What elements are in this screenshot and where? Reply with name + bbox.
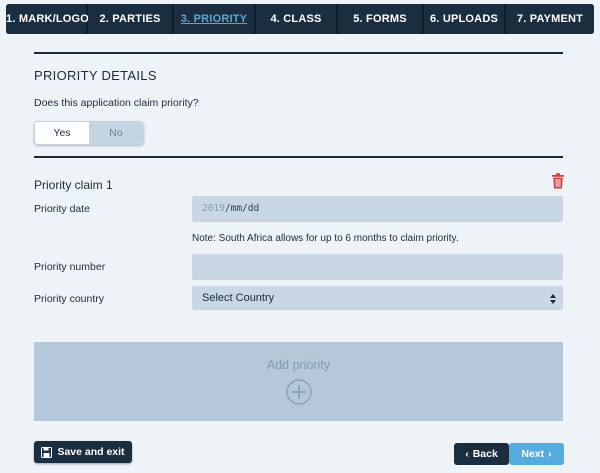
priority-number-input[interactable] bbox=[192, 254, 563, 280]
toggle-no-button[interactable]: No bbox=[89, 122, 143, 144]
tab-uploads[interactable]: 6. UPLOADS bbox=[424, 4, 504, 34]
priority-number-label: Priority number bbox=[34, 261, 106, 273]
next-button[interactable]: Next › bbox=[509, 443, 564, 465]
priority-country-select[interactable]: Select Country bbox=[192, 286, 563, 310]
tab-payment[interactable]: 7. PAYMENT bbox=[506, 4, 594, 34]
tab-class[interactable]: 4. CLASS bbox=[256, 4, 336, 34]
trash-icon[interactable] bbox=[551, 173, 565, 189]
wizard-tabs: 1. MARK/LOGO 2. PARTIES 3. PRIORITY 4. C… bbox=[6, 4, 594, 34]
save-and-exit-button[interactable]: Save and exit bbox=[34, 441, 132, 463]
section-title: PRIORITY DETAILS bbox=[34, 68, 157, 83]
add-priority-label: Add priority bbox=[266, 358, 331, 372]
tab-mark-logo[interactable]: 1. MARK/LOGO bbox=[6, 4, 89, 34]
priority-date-input[interactable]: 2019/mm/dd bbox=[192, 196, 563, 222]
tab-priority[interactable]: 3. PRIORITY bbox=[174, 4, 254, 34]
date-format-text: /mm/dd bbox=[224, 203, 260, 214]
floppy-disk-icon bbox=[41, 446, 53, 458]
claim-divider bbox=[34, 156, 563, 158]
priority-date-label: Priority date bbox=[34, 203, 91, 215]
chevron-left-icon: ‹ bbox=[465, 448, 469, 460]
country-select-value: Select Country bbox=[202, 292, 275, 304]
tab-forms[interactable]: 5. FORMS bbox=[338, 4, 422, 34]
priority-note: Note: South Africa allows for up to 6 mo… bbox=[192, 233, 459, 244]
top-divider bbox=[34, 52, 563, 54]
back-button[interactable]: ‹ Back bbox=[454, 443, 509, 465]
claim-title: Priority claim 1 bbox=[34, 178, 113, 192]
chevron-right-icon: › bbox=[548, 448, 552, 460]
plus-circle-icon bbox=[286, 379, 312, 405]
select-arrows-icon bbox=[550, 294, 556, 304]
date-year-text: 2019 bbox=[202, 203, 225, 214]
back-label: Back bbox=[472, 448, 498, 460]
add-priority-button[interactable]: Add priority bbox=[34, 342, 563, 421]
toggle-yes-button[interactable]: Yes bbox=[35, 122, 89, 144]
priority-country-label: Priority country bbox=[34, 293, 105, 305]
next-label: Next bbox=[521, 448, 545, 460]
priority-question: Does this application claim priority? bbox=[34, 97, 199, 109]
save-and-exit-label: Save and exit bbox=[57, 446, 125, 458]
tab-parties[interactable]: 2. PARTIES bbox=[88, 4, 172, 34]
priority-toggle: Yes No bbox=[34, 121, 144, 145]
